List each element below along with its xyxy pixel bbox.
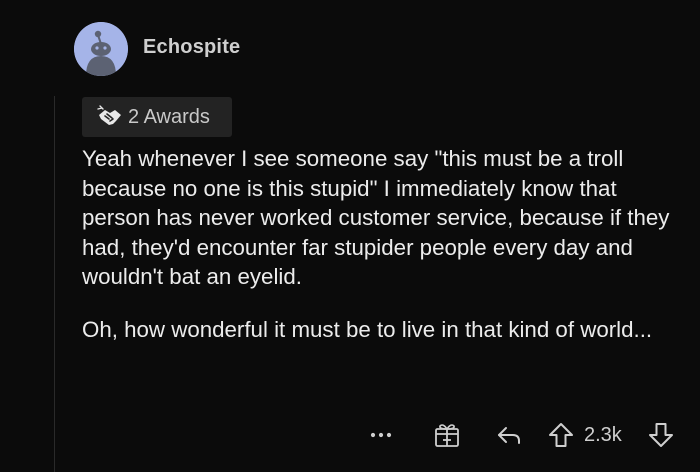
- downvote-button[interactable]: [646, 418, 676, 452]
- comment-author[interactable]: Echospite: [143, 36, 240, 59]
- reply-arrow-icon: [498, 427, 520, 444]
- upvote-button[interactable]: [546, 418, 576, 452]
- reply-button[interactable]: [492, 418, 526, 452]
- comment-thread-line[interactable]: [54, 96, 55, 472]
- user-avatar[interactable]: [74, 22, 128, 76]
- comment-paragraph: Yeah whenever I see someone say "this mu…: [82, 146, 670, 289]
- comment-action-bar: 2.3k: [360, 418, 700, 452]
- gift-box-icon: [435, 424, 459, 447]
- reddit-snoo-avatar-icon: [74, 22, 128, 76]
- comment-paragraph: Oh, how wonderful it must be to live in …: [82, 316, 653, 342]
- awards-badge[interactable]: 2 Awards: [82, 97, 232, 137]
- vote-score: 2.3k: [584, 423, 622, 446]
- comment-body: Yeah whenever I see someone say "this mu…: [82, 144, 682, 344]
- more-dots-icon: [370, 432, 392, 438]
- give-award-button[interactable]: [430, 418, 464, 452]
- awards-count-label: 2 Awards: [128, 105, 210, 128]
- downvote-arrow-icon: [649, 423, 673, 447]
- handshake-award-icon: [96, 105, 124, 129]
- more-options-button[interactable]: [364, 418, 398, 452]
- upvote-arrow-icon: [549, 423, 573, 447]
